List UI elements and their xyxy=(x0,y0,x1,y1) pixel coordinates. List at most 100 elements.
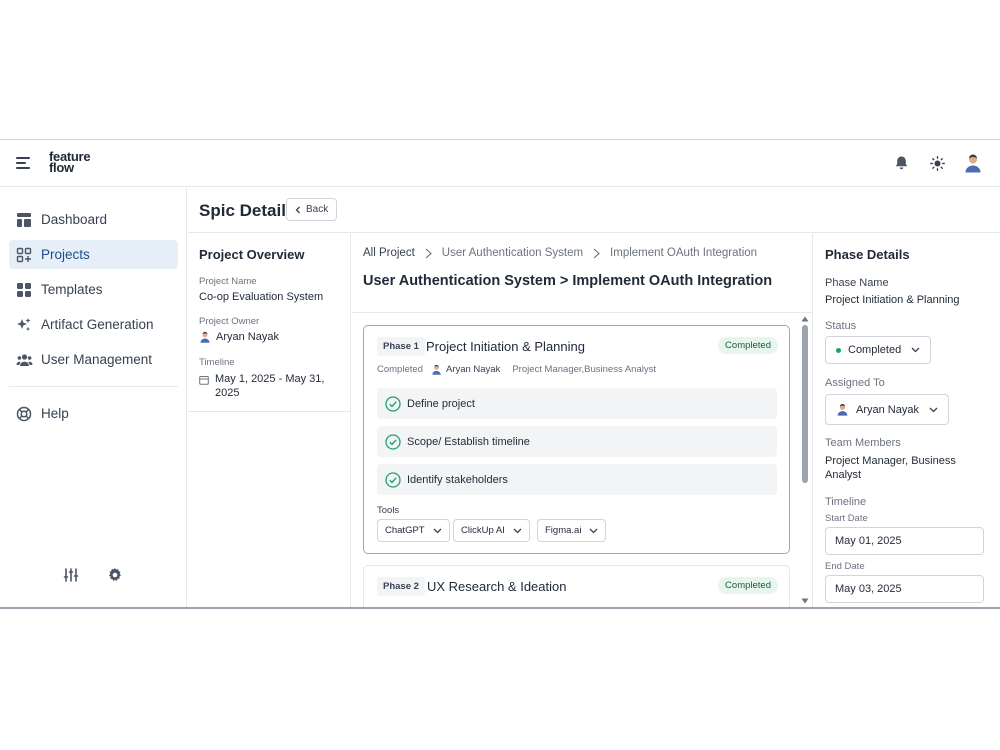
logo[interactable]: feature flow xyxy=(49,150,97,177)
overview-divider xyxy=(188,411,351,412)
sidebar-item-label: Help xyxy=(41,406,69,421)
phase-name-value: Project Initiation & Planning xyxy=(825,294,960,306)
phase-name: UX Research & Ideation xyxy=(427,579,567,594)
tool-label: ClickUp AI xyxy=(461,525,505,536)
task-label: Define project xyxy=(407,397,475,410)
project-overview-panel: Project Overview Project Name Co-op Eval… xyxy=(188,234,351,607)
avatar[interactable] xyxy=(962,152,984,174)
overview-title: Project Overview xyxy=(199,247,305,262)
status-dot xyxy=(836,347,841,353)
phase-owner-name: Aryan Nayak xyxy=(445,364,501,375)
task-label: Identify stakeholders xyxy=(407,473,508,486)
breadcrumb: All Project User Authentication System I… xyxy=(363,247,757,259)
bell-icon[interactable] xyxy=(890,152,912,174)
sidebar-item-templates[interactable]: Templates xyxy=(9,275,178,304)
scroll-thumb[interactable] xyxy=(802,325,808,483)
users-icon xyxy=(15,351,33,369)
team-members-value: Project Manager, Business Analyst xyxy=(825,455,956,481)
owner-avatar xyxy=(200,331,210,343)
assignee-avatar xyxy=(837,403,848,416)
sidebar-item-label: Dashboard xyxy=(41,212,108,227)
scroll-down-icon[interactable] xyxy=(800,597,810,605)
sidebar-item-dashboard[interactable]: Dashboard xyxy=(9,205,178,234)
menu-toggle-icon[interactable] xyxy=(16,157,30,169)
lifebuoy-icon xyxy=(15,405,33,423)
tool-dropdown-chatgpt[interactable]: ChatGPT xyxy=(377,519,450,542)
status-badge: Completed xyxy=(718,337,778,354)
breadcrumb-project[interactable]: User Authentication System xyxy=(442,247,583,259)
breadcrumb-epic[interactable]: Implement OAuth Integration xyxy=(610,247,757,259)
chevron-right-icon xyxy=(593,248,600,259)
task-item[interactable]: Identify stakeholders xyxy=(377,464,777,495)
check-circle-icon xyxy=(385,433,401,450)
phases-panel: All Project User Authentication System I… xyxy=(352,234,812,607)
tool-dropdown-clickup[interactable]: ClickUp AI xyxy=(453,519,530,542)
chevron-left-icon xyxy=(295,206,300,213)
project-name-label: Project Name xyxy=(199,276,257,287)
scroll-up-icon[interactable] xyxy=(800,315,810,323)
sidebar-item-artifact-generation[interactable]: Artifact Generation xyxy=(9,310,178,339)
status-label: Status xyxy=(825,320,857,332)
top-bar: feature flow xyxy=(0,140,1000,187)
phase-badge: Phase 1 xyxy=(377,337,425,356)
templates-icon xyxy=(15,281,33,299)
check-circle-icon xyxy=(385,395,401,412)
timeline-label: Timeline xyxy=(199,357,235,368)
assignee-value: Aryan Nayak xyxy=(856,403,919,416)
sun-icon[interactable] xyxy=(926,152,948,174)
phase-meta-status: Completed xyxy=(377,364,423,375)
dashboard-icon xyxy=(15,211,33,229)
page-title: Spic Detail xyxy=(199,201,286,220)
sidebar: Dashboard Projects Templates Artifact Ge… xyxy=(0,188,187,607)
chevron-down-icon xyxy=(589,528,598,533)
chevron-down-icon xyxy=(513,528,522,533)
back-button[interactable]: Back xyxy=(286,198,338,221)
page-header: Spic Detail Back xyxy=(188,188,1000,233)
center-title: User Authentication System > Implement O… xyxy=(363,273,773,289)
phase-name: Project Initiation & Planning xyxy=(426,339,585,354)
owner-avatar xyxy=(432,364,441,375)
assignee-dropdown[interactable]: Aryan Nayak xyxy=(825,394,949,425)
project-timeline-value: May 1, 2025 - May 31, 2025 xyxy=(215,373,325,399)
phase-badge: Phase 2 xyxy=(377,577,425,596)
calendar-icon xyxy=(199,376,209,385)
start-date-input[interactable] xyxy=(825,527,984,555)
end-date-label: End Date xyxy=(825,561,865,572)
sliders-icon[interactable] xyxy=(62,566,80,584)
phase-owner: Aryan Nayak xyxy=(431,364,500,375)
status-value: Completed xyxy=(848,344,902,356)
chevron-down-icon xyxy=(911,347,920,353)
breadcrumb-all-project[interactable]: All Project xyxy=(363,247,415,259)
chevron-down-icon xyxy=(929,407,938,412)
sidebar-divider xyxy=(9,386,178,387)
status-badge: Completed xyxy=(718,577,778,594)
sidebar-item-projects[interactable]: Projects xyxy=(9,240,178,269)
phase-card[interactable]: Phase 2 UX Research & Ideation Completed xyxy=(363,565,790,607)
gear-icon[interactable] xyxy=(106,566,124,584)
project-name-value: Co-op Evaluation System xyxy=(199,291,324,303)
app-window: feature flow Dashboard Projects Template… xyxy=(0,139,1000,609)
end-date-input[interactable] xyxy=(825,575,984,603)
scrollbar[interactable] xyxy=(800,313,810,607)
tools-label: Tools xyxy=(377,505,400,516)
sidebar-item-label: Projects xyxy=(41,247,90,262)
sidebar-item-user-management[interactable]: User Management xyxy=(9,345,178,374)
sidebar-item-label: User Management xyxy=(41,352,153,367)
tool-dropdown-figma[interactable]: Figma.ai xyxy=(537,519,607,542)
status-dropdown[interactable]: Completed xyxy=(825,336,932,364)
chevron-right-icon xyxy=(425,248,432,259)
sidebar-item-help[interactable]: Help xyxy=(9,399,178,428)
center-divider xyxy=(352,312,812,313)
sidebar-item-label: Artifact Generation xyxy=(41,317,154,332)
check-circle-icon xyxy=(385,471,401,488)
back-button-label: Back xyxy=(306,204,329,215)
phase-meta: Completed Aryan Nayak Project Manager,Bu… xyxy=(377,364,656,375)
task-item[interactable]: Define project xyxy=(377,388,777,419)
project-owner-label: Project Owner xyxy=(199,316,260,327)
project-owner-value: Aryan Nayak xyxy=(216,331,279,343)
phase-card[interactable]: Phase 1 Project Initiation & Planning Co… xyxy=(363,325,790,554)
project-timeline: May 1, 2025 - May 31, 2025 xyxy=(199,372,339,400)
start-date-label: Start Date xyxy=(825,513,868,524)
task-item[interactable]: Scope/ Establish timeline xyxy=(377,426,777,457)
projects-icon xyxy=(15,246,33,264)
